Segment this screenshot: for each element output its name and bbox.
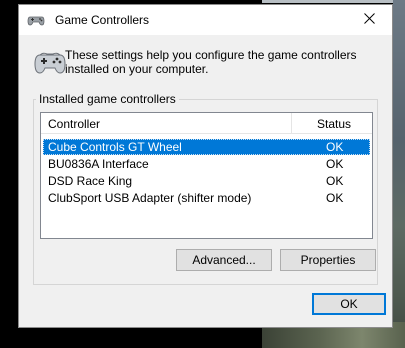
group-label: Installed game controllers (36, 92, 179, 106)
list-header: Controller Status (41, 113, 372, 134)
controller-name: DSD Race King (48, 174, 133, 188)
ok-button[interactable]: OK (312, 293, 386, 315)
controller-status: OK (326, 140, 344, 154)
window-title: Game Controllers (55, 13, 150, 27)
properties-button[interactable]: Properties (280, 249, 376, 271)
controller-name: Cube Controls GT Wheel (48, 140, 182, 154)
game-controllers-dialog: Game Controllers These settings help you… (18, 4, 393, 328)
advanced-button[interactable]: Advanced... (176, 249, 272, 271)
controller-name: BU0836A Interface (48, 157, 149, 171)
close-icon (363, 13, 375, 27)
gamepad-icon (33, 47, 67, 77)
controllers-list[interactable]: Controller Status Cube Controls GT Wheel… (40, 112, 373, 239)
title-bar[interactable]: Game Controllers (19, 5, 392, 35)
column-header-status[interactable]: Status (317, 117, 351, 131)
controller-status: OK (326, 174, 344, 188)
desktop-backdrop-strip (262, 0, 405, 3)
list-item-bu0836a-interface[interactable]: BU0836A Interface OK (43, 156, 370, 172)
column-header-controller[interactable]: Controller (48, 117, 100, 131)
controller-status: OK (326, 157, 344, 171)
close-button[interactable] (346, 5, 392, 35)
desktop-wallpaper-edge (393, 0, 405, 348)
column-divider[interactable] (291, 113, 292, 133)
list-item-clubsport-usb-adapter[interactable]: ClubSport USB Adapter (shifter mode) OK (43, 190, 370, 206)
list-item-dsd-race-king[interactable]: DSD Race King OK (43, 173, 370, 189)
gamepad-icon (27, 13, 45, 27)
list-item-cube-controls-gt-wheel[interactable]: Cube Controls GT Wheel OK (43, 139, 370, 155)
controller-name: ClubSport USB Adapter (shifter mode) (48, 191, 252, 205)
intro-description: These settings help you configure the ga… (65, 48, 357, 76)
controller-status: OK (326, 191, 344, 205)
